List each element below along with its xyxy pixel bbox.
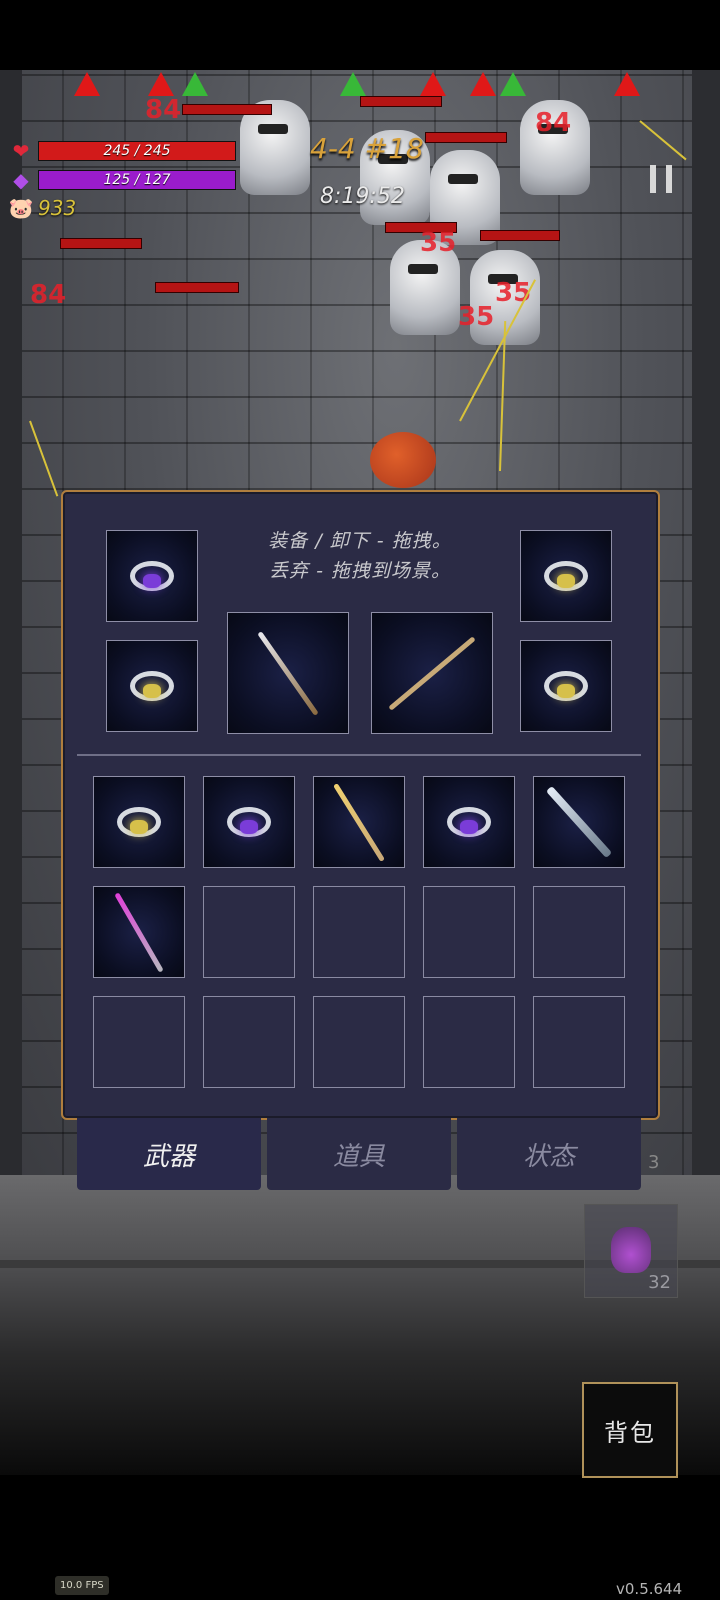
- tab-weapons[interactable]: 武器: [77, 1118, 261, 1190]
- fps-counter: 10.0 FPS: [55, 1576, 109, 1595]
- offscreen-enemy-marker: [614, 72, 640, 96]
- potion-quick-slot[interactable]: 32: [584, 1204, 678, 1298]
- enemy-health-bar: [360, 96, 442, 107]
- offscreen-ally-marker: [340, 72, 366, 96]
- bag-slot-empty[interactable]: [313, 886, 405, 978]
- bag-slot-empty[interactable]: [203, 886, 295, 978]
- damage-number: 35: [458, 302, 495, 332]
- damage-number: 35: [420, 228, 457, 258]
- crystal-scepter-icon: [94, 887, 184, 977]
- silver-spear-icon: [228, 613, 348, 733]
- bag-slot[interactable]: [203, 776, 295, 868]
- gold-row: 🐷 933: [8, 196, 77, 220]
- mana-row: ◆ 125 / 127: [8, 168, 236, 192]
- bag-slot-empty[interactable]: [533, 996, 625, 1088]
- bag-slot[interactable]: [423, 776, 515, 868]
- hint-equip: 装备 / 卸下 - 拖拽。: [268, 530, 452, 552]
- mana-bar: 125 / 127: [38, 170, 236, 190]
- enemy-health-bar: [155, 282, 239, 293]
- offscreen-enemy-marker: [420, 72, 446, 96]
- pause-icon: [666, 165, 672, 193]
- bag-slot[interactable]: [93, 776, 185, 868]
- pause-button[interactable]: [650, 165, 672, 193]
- bag-slot-empty[interactable]: [423, 886, 515, 978]
- enemy-health-bar: [425, 132, 507, 143]
- inventory-divider: [77, 754, 641, 756]
- offscreen-ally-marker: [500, 72, 526, 96]
- bag-slot-empty[interactable]: [93, 996, 185, 1088]
- bag-slot-empty[interactable]: [203, 996, 295, 1088]
- golden-staff-icon: [314, 777, 404, 867]
- purple-swirl-ring-icon: [107, 531, 197, 621]
- mana-value: 125 / 127: [103, 172, 171, 188]
- equip-slot-main-weapon[interactable]: [227, 612, 349, 734]
- health-bar: 245 / 245: [38, 141, 236, 161]
- bag-slot[interactable]: [313, 776, 405, 868]
- bag-slot-empty[interactable]: [533, 886, 625, 978]
- damage-number: 84: [535, 108, 572, 138]
- purple-gem-ring-icon: [424, 777, 514, 867]
- health-row: ❤ 245 / 245: [8, 139, 236, 163]
- steel-sword-icon: [534, 777, 624, 867]
- offscreen-enemy-marker: [470, 72, 496, 96]
- mana-crystal-icon: ◆: [13, 168, 29, 192]
- gold-amount: 933: [38, 196, 77, 220]
- game-timer: 8:19:52: [320, 184, 405, 209]
- yellow-gem-ring-icon: [107, 641, 197, 731]
- player-character: [370, 432, 436, 488]
- yellow-gem-ring-icon: [521, 531, 611, 621]
- pause-icon: [650, 165, 656, 193]
- bag-slot[interactable]: [533, 776, 625, 868]
- equip-slot-ring-bottom-right[interactable]: [520, 640, 612, 732]
- enemy-health-bar: [480, 230, 560, 241]
- piggy-bank-icon: 🐷: [8, 196, 34, 220]
- tab-items[interactable]: 道具: [267, 1118, 451, 1190]
- dungeon-wall-right: [692, 70, 720, 1180]
- dungeon-wall-left: [0, 70, 22, 1180]
- heart-icon: ❤: [12, 139, 30, 163]
- stage-indicator: 4-4 #18: [310, 132, 424, 165]
- quickbar-count: 3: [648, 1152, 660, 1173]
- purple-gem-ring-icon: [204, 777, 294, 867]
- enemy-health-bar: [60, 238, 142, 249]
- equip-slot-off-weapon[interactable]: [371, 612, 493, 734]
- equip-slot-ring-top-left[interactable]: [106, 530, 198, 622]
- damage-number: 84: [30, 280, 67, 310]
- yellow-gem-ring-icon: [94, 777, 184, 867]
- yellow-gem-ring-icon: [521, 641, 611, 731]
- hint-discard: 丢弃 - 拖拽到场景。: [269, 560, 451, 582]
- offscreen-enemy-marker: [74, 72, 100, 96]
- version-label: v0.5.644: [616, 1580, 683, 1598]
- equip-slot-ring-bottom-left[interactable]: [106, 640, 198, 732]
- potion-count: 32: [648, 1272, 671, 1293]
- enemy-health-bar: [182, 104, 272, 115]
- bag-slot[interactable]: [93, 886, 185, 978]
- equip-slot-ring-top-right[interactable]: [520, 530, 612, 622]
- bag-slot-empty[interactable]: [423, 996, 515, 1088]
- potion-icon: [611, 1227, 651, 1273]
- backpack-button[interactable]: 背包: [582, 1382, 678, 1478]
- offscreen-ally-marker: [182, 72, 208, 96]
- bag-slot-empty[interactable]: [313, 996, 405, 1088]
- offscreen-enemy-marker: [148, 72, 174, 96]
- wooden-bow-icon: [372, 613, 492, 733]
- tab-status[interactable]: 状态: [457, 1118, 641, 1190]
- damage-number: 84: [145, 95, 182, 125]
- health-value: 245 / 245: [103, 143, 171, 159]
